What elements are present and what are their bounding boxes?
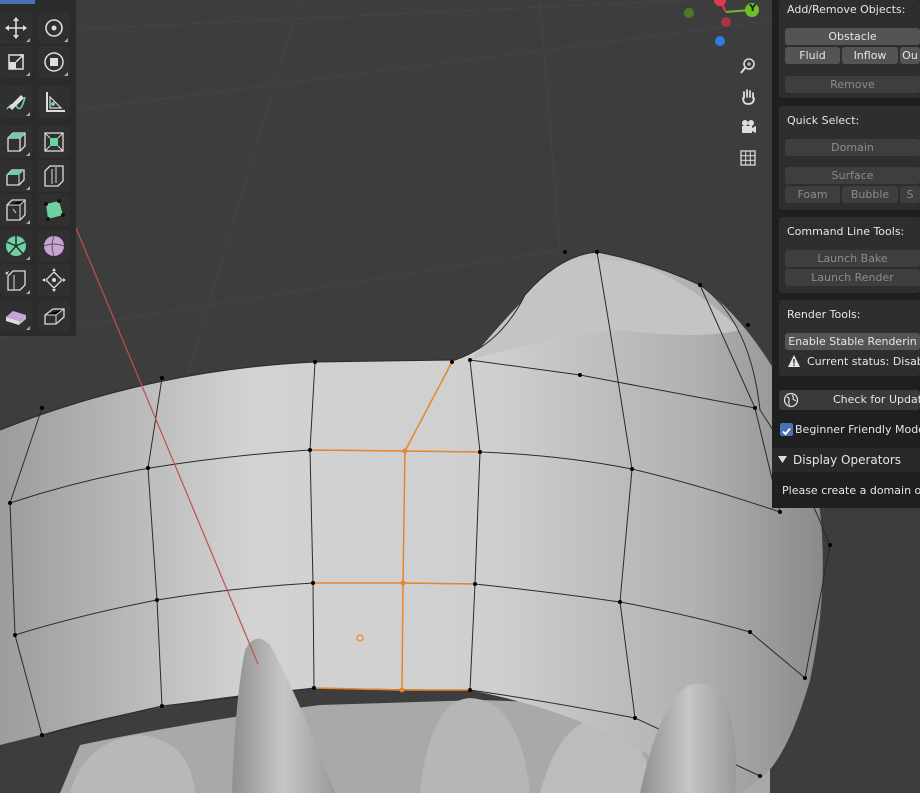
scale-icon xyxy=(8,54,24,70)
perspective-toggle-button[interactable] xyxy=(736,146,760,170)
check-for-updates-button[interactable]: Check for Update xyxy=(779,390,920,410)
tool-smooth[interactable] xyxy=(38,230,70,262)
loop-cut-icon xyxy=(6,199,26,221)
render-tools-title: Render Tools: xyxy=(787,308,861,321)
hand-icon xyxy=(742,89,755,105)
enable-stable-rendering-button[interactable]: Enable Stable Renderin xyxy=(785,333,920,350)
select-surface-button[interactable]: Surface xyxy=(785,167,920,184)
launch-bake-button[interactable]: Launch Bake xyxy=(785,250,920,267)
select-foam-button[interactable]: Foam xyxy=(785,186,840,203)
tool-add-cube[interactable] xyxy=(0,126,32,158)
camera-view-button[interactable] xyxy=(736,115,760,139)
tool-edge-slide[interactable] xyxy=(0,264,32,296)
spin-icon xyxy=(6,236,26,256)
camera-icon xyxy=(742,120,756,133)
tool-annotate[interactable] xyxy=(0,86,32,118)
tool-inset[interactable] xyxy=(0,160,32,192)
outflow-button[interactable]: Ou xyxy=(900,47,920,64)
tool-shear[interactable] xyxy=(0,300,32,332)
inset-icon xyxy=(6,169,25,186)
shear-icon xyxy=(6,311,26,325)
warning-icon xyxy=(788,355,800,367)
beginner-mode-checkbox[interactable] xyxy=(780,423,793,436)
tool-loop-cut[interactable] xyxy=(0,194,32,226)
bevel-icon xyxy=(44,165,64,187)
remove-button[interactable]: Remove xyxy=(785,76,920,93)
obstacle-button[interactable]: Obstacle xyxy=(785,28,920,45)
y-axis-label: Y xyxy=(749,3,757,14)
display-operators-header[interactable]: Display Operators xyxy=(772,448,920,472)
move-icon xyxy=(5,17,27,39)
grid-icon xyxy=(740,150,756,166)
tool-measure[interactable] xyxy=(38,86,70,118)
rip-icon xyxy=(44,308,65,325)
command-line-title: Command Line Tools: xyxy=(787,225,905,238)
extrude-icon xyxy=(44,132,64,152)
collapse-triangle-icon xyxy=(778,456,787,463)
measure-icon xyxy=(46,92,65,112)
select-bubble-button[interactable]: Bubble xyxy=(842,186,898,203)
globe-icon xyxy=(783,392,799,408)
axis-gizmo[interactable]: Y xyxy=(680,0,760,52)
add-remove-title: Add/Remove Objects: xyxy=(787,3,906,16)
tool-offset-edge[interactable] xyxy=(38,194,70,226)
inflow-button[interactable]: Inflow xyxy=(842,47,898,64)
zoom-button[interactable] xyxy=(736,54,760,78)
display-operators-message: Please create a domain obje xyxy=(782,484,920,497)
quick-select-title: Quick Select: xyxy=(787,114,860,127)
tool-shrink-fatten[interactable] xyxy=(38,264,70,296)
tool-extrude[interactable] xyxy=(38,126,70,158)
zoom-icon xyxy=(740,58,755,74)
fluid-button[interactable]: Fluid xyxy=(785,47,840,64)
select-spray-button[interactable]: S xyxy=(900,186,920,203)
3d-viewport[interactable]: Y Add/Remove Objects: Obstacle Fluid Inf… xyxy=(0,0,920,793)
tool-scale[interactable] xyxy=(0,46,32,78)
rotate-icon xyxy=(45,19,63,37)
transform-icon xyxy=(44,52,64,72)
add-cube-icon xyxy=(7,132,26,152)
beginner-mode-label[interactable]: Beginner Friendly Mode xyxy=(795,423,920,436)
annotate-icon xyxy=(6,95,26,110)
render-status-text: Current status: Disable xyxy=(807,355,920,368)
smooth-icon xyxy=(43,235,65,257)
tool-rip[interactable] xyxy=(38,300,70,332)
checkmark-icon xyxy=(782,427,791,436)
tool-move[interactable] xyxy=(0,12,32,44)
tool-spin[interactable] xyxy=(0,230,32,262)
edge-slide-icon xyxy=(5,270,26,291)
shrink-fatten-icon xyxy=(42,268,66,292)
tool-transform[interactable] xyxy=(38,46,70,78)
tool-shelf xyxy=(0,0,76,336)
check-for-updates-label: Check for Update xyxy=(833,393,920,406)
tool-bevel[interactable] xyxy=(38,160,70,192)
display-operators-title: Display Operators xyxy=(793,453,902,467)
offset-edge-icon xyxy=(44,199,65,221)
select-domain-button[interactable]: Domain xyxy=(785,139,920,156)
launch-render-button[interactable]: Launch Render xyxy=(785,269,920,286)
active-tool-indicator xyxy=(0,0,35,4)
pan-button[interactable] xyxy=(736,85,760,109)
tool-rotate[interactable] xyxy=(38,12,70,44)
